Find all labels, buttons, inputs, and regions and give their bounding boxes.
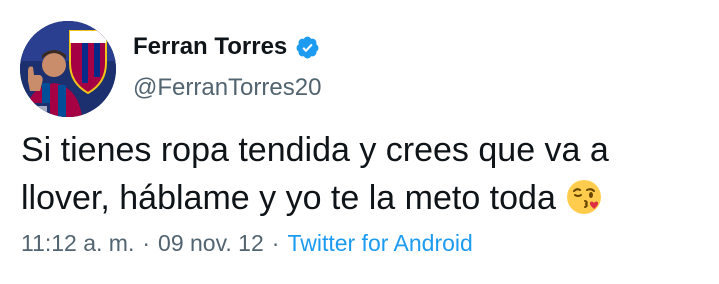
- verified-badge-icon: [296, 36, 319, 58]
- tweet-source-link[interactable]: Twitter for Android: [287, 230, 472, 256]
- face-blowing-a-kiss-icon: [566, 180, 601, 214]
- avatar-image: [20, 21, 116, 117]
- tweet-date[interactable]: 09 nov. 12: [158, 230, 264, 256]
- tweet-text-line-1: Si tienes ropa tendida y crees que va a: [21, 131, 609, 169]
- tweet-time[interactable]: 11:12 a. m.: [21, 230, 134, 256]
- avatar[interactable]: [20, 21, 116, 117]
- meta-separator: ·: [142, 230, 151, 256]
- tweet-card: Ferran Torres @FerranTorres20 Si tienes …: [0, 0, 719, 284]
- author-display-name[interactable]: Ferran Torres: [133, 33, 287, 61]
- author-name-row: Ferran Torres: [133, 33, 320, 61]
- tweet-text-line-2-text: llover, háblame y yo te la meto toda: [21, 179, 556, 217]
- tweet-text-line-2: llover, háblame y yo te la meto toda: [21, 174, 711, 222]
- tweet-meta: 11:12 a. m. · 09 nov. 12 · Twitter for Andro…: [21, 229, 473, 257]
- tweet-text: Si tienes ropa tendida y crees que va a …: [21, 126, 711, 222]
- author-handle[interactable]: @FerranTorres20: [133, 74, 321, 102]
- meta-separator: ·: [271, 230, 280, 256]
